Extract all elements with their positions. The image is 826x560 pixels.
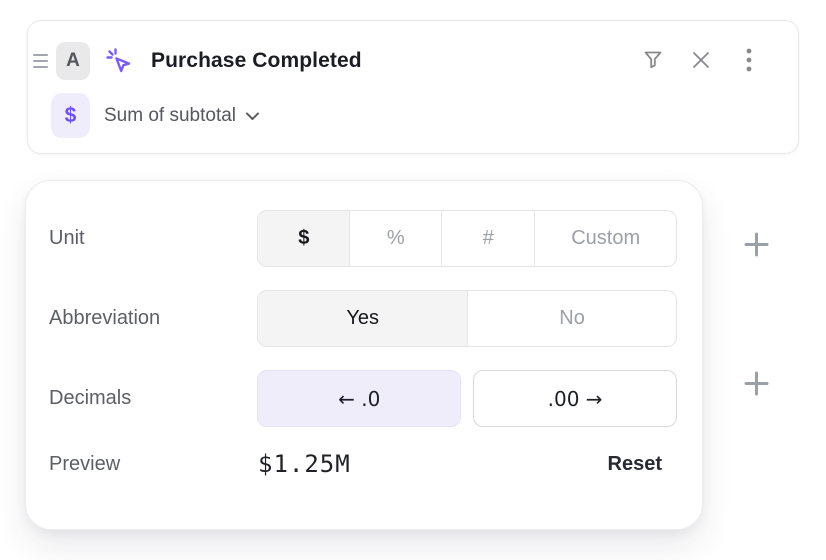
event-group-badge: A (56, 42, 90, 80)
abbreviation-option-yes[interactable]: Yes (258, 291, 467, 346)
unit-option-number[interactable]: # (441, 211, 534, 266)
preview-label: Preview (49, 453, 258, 476)
event-metric-row: $ Sum of subtotal (28, 80, 798, 138)
event-card-header: A Purchase Completed (28, 21, 798, 80)
metric-dropdown-label: Sum of subtotal (104, 105, 236, 127)
preview-row: Preview $1.25M Reset (49, 450, 677, 478)
add-filter-button[interactable] (742, 232, 770, 260)
decimals-row: Decimals ← .0 .00 → (49, 370, 677, 427)
add-item-button[interactable] (742, 371, 770, 399)
kebab-menu-icon (738, 47, 760, 76)
event-card: A Purchase Completed (27, 20, 799, 154)
unit-option-percent[interactable]: % (349, 211, 441, 266)
metric-dropdown[interactable]: Sum of subtotal (104, 105, 260, 127)
abbreviation-segmented-control: Yes No (257, 290, 677, 347)
reset-button[interactable]: Reset (608, 453, 662, 476)
format-panel: Unit $ % # Custom Abbreviation Yes No De… (25, 180, 703, 530)
unit-option-custom[interactable]: Custom (534, 211, 676, 266)
stage: A Purchase Completed (0, 0, 826, 560)
event-title[interactable]: Purchase Completed (151, 49, 362, 73)
dollar-symbol: $ (65, 104, 77, 128)
unit-segmented-control: $ % # Custom (257, 210, 677, 267)
unit-row: Unit $ % # Custom (49, 210, 677, 267)
decimals-label: Decimals (49, 387, 257, 410)
abbreviation-label: Abbreviation (49, 307, 257, 330)
chevron-down-icon (245, 105, 260, 127)
drag-handle-icon[interactable] (33, 54, 48, 68)
currency-badge: $ (51, 93, 90, 138)
event-actions (634, 42, 768, 80)
unit-option-dollar[interactable]: $ (258, 211, 349, 266)
preview-value: $1.25M (258, 450, 351, 478)
abbreviation-row: Abbreviation Yes No (49, 290, 677, 347)
more-menu-button[interactable] (730, 42, 768, 80)
funnel-icon (641, 48, 665, 75)
unit-label: Unit (49, 227, 257, 250)
filter-button[interactable] (634, 42, 672, 80)
close-icon (690, 49, 712, 74)
abbreviation-option-no[interactable]: No (467, 291, 676, 346)
decimals-decrease-button[interactable]: ← .0 (257, 370, 461, 427)
plus-icon (743, 370, 770, 400)
click-spark-icon (103, 45, 135, 77)
decimals-controls: ← .0 .00 → (257, 370, 677, 427)
close-button[interactable] (682, 42, 720, 80)
plus-icon (743, 231, 770, 261)
decimals-increase-button[interactable]: .00 → (473, 370, 677, 427)
